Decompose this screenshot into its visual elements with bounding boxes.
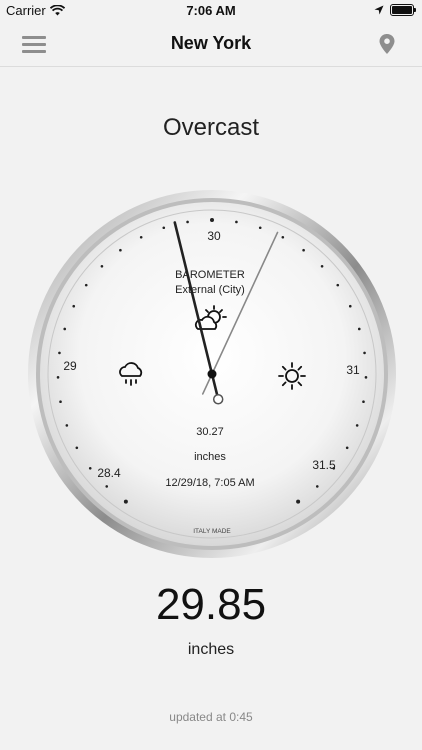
- scale-dot: [84, 283, 88, 287]
- scale-label-lower-right: 31.5: [312, 458, 336, 472]
- scale-dot: [186, 220, 189, 224]
- scale-dot: [65, 424, 69, 427]
- scale-label-top: 30: [207, 229, 221, 243]
- scale-dot: [320, 264, 324, 268]
- scale-dot: [56, 376, 60, 379]
- scale-dot: [210, 218, 214, 222]
- pressure-reading: 29.85: [155, 580, 267, 629]
- scale-label-left: 29: [63, 359, 77, 373]
- gauge-timestamp: 12/29/18, 7:05 AM: [165, 477, 254, 489]
- page-title: New York: [170, 33, 252, 53]
- maker-mark: ITALY MADE: [193, 528, 231, 535]
- scale-dot: [100, 264, 104, 268]
- scale-dot: [123, 499, 128, 504]
- clock: 7:06 AM: [186, 3, 236, 18]
- scale-dot: [235, 220, 238, 224]
- scale-dot: [362, 400, 365, 404]
- scale-dot: [363, 351, 366, 355]
- scale-dot: [162, 226, 166, 230]
- scale-dot: [364, 376, 368, 379]
- scale-dot: [315, 485, 319, 488]
- scale-dot: [281, 235, 285, 239]
- scale-dot: [355, 424, 359, 427]
- scale-dot: [59, 400, 62, 404]
- scale-dot: [357, 327, 361, 331]
- scale-dot: [58, 351, 61, 355]
- scale-dot: [139, 235, 143, 239]
- scale-dot: [72, 304, 76, 308]
- scale-dot: [105, 485, 109, 488]
- scale-dot: [296, 499, 301, 504]
- scale-dot: [88, 466, 92, 470]
- scale-dot: [348, 304, 352, 308]
- reference-value: 30.27: [196, 426, 224, 438]
- status-bar: Carrier 7:06 AM: [0, 0, 422, 22]
- pressure-unit: inches: [187, 641, 235, 658]
- scale-dot: [345, 446, 349, 450]
- weather-condition: Overcast: [162, 114, 260, 141]
- navigation-bar: New York: [0, 22, 422, 67]
- scale-dot: [336, 283, 340, 287]
- updated-timestamp: updated at 0:45: [169, 710, 253, 724]
- scale-dot: [119, 248, 122, 252]
- gauge-subtitle: External (City): [175, 284, 245, 296]
- needle-hub: [207, 369, 217, 379]
- barometer-gauge: 30 29 31 28.4 31.5 BAROMETER External (C…: [28, 190, 396, 558]
- scale-dot: [258, 226, 262, 230]
- location-arrow-icon: [374, 5, 384, 15]
- gauge-unit: inches: [194, 451, 226, 463]
- scale-dot: [63, 327, 67, 331]
- scale-dot: [302, 248, 305, 252]
- scale-dot: [75, 446, 79, 450]
- needle-counterweight: [212, 393, 224, 405]
- battery-icon: [390, 4, 416, 16]
- location-pin-icon[interactable]: [378, 33, 396, 55]
- scale-label-right: 31: [346, 363, 360, 377]
- scale-label-lower-left: 28.4: [97, 466, 121, 480]
